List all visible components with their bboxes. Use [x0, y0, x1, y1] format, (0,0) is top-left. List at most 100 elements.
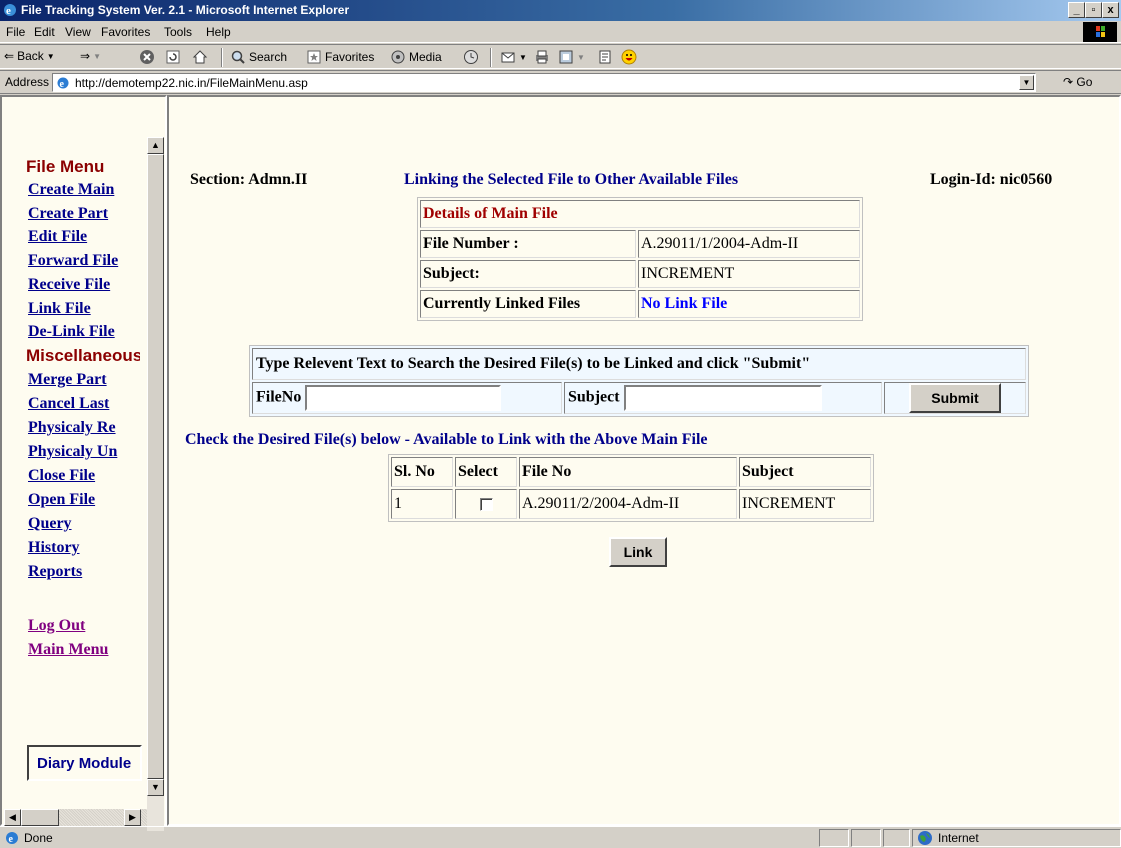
go-button[interactable]: ↷ Go: [1063, 75, 1092, 89]
address-input[interactable]: e http://demotemp22.nic.in/FileMainMenu.…: [52, 73, 1036, 92]
col-select: Select: [455, 457, 517, 487]
close-button[interactable]: x: [1102, 2, 1119, 18]
discuss-button[interactable]: [597, 49, 613, 65]
address-url: http://demotemp22.nic.in/FileMainMenu.as…: [75, 76, 308, 90]
dropdown-arrow-icon: ▼: [93, 51, 101, 61]
nav-close-file[interactable]: Close File: [28, 467, 142, 485]
dropdown-arrow-icon: ▼: [577, 52, 585, 62]
status-bar: e Done Internet: [0, 826, 1121, 848]
history-icon: [464, 50, 478, 64]
nav-merge-part[interactable]: Merge Part: [28, 371, 142, 389]
status-panel: [819, 829, 849, 847]
address-dropdown[interactable]: ▼: [1019, 75, 1034, 90]
main-file-details-table: Details of Main File File Number : A.290…: [417, 197, 863, 321]
window-title: File Tracking System Ver. 2.1 - Microsof…: [21, 3, 350, 17]
left-horizontal-scrollbar[interactable]: ◀ ▶: [4, 809, 147, 826]
media-button[interactable]: Media: [390, 49, 442, 65]
menu-help[interactable]: Help: [206, 25, 231, 39]
nav-create-main[interactable]: Create Main: [28, 181, 142, 199]
file-number-value: A.29011/1/2004-Adm-II: [638, 230, 860, 258]
scroll-left-icon[interactable]: ◀: [4, 809, 21, 826]
fileno-label: FileNo: [256, 388, 302, 406]
scroll-up-icon[interactable]: ▲: [147, 137, 164, 154]
mail-button[interactable]: ▼: [500, 49, 527, 65]
nav-forward-file[interactable]: Forward File: [28, 252, 142, 270]
menu-bar: File Edit View Favorites Tools Help: [0, 21, 1121, 43]
nav-reports[interactable]: Reports: [28, 563, 142, 581]
status-panel: [851, 829, 881, 847]
horizontal-scroll-thumb[interactable]: [21, 809, 59, 826]
minimize-button[interactable]: _: [1068, 2, 1085, 18]
select-checkbox[interactable]: [479, 497, 493, 511]
windows-logo: [1083, 22, 1117, 42]
globe-icon: [918, 831, 932, 845]
left-vertical-scrollbar[interactable]: ▲ ▼: [147, 137, 164, 831]
nav-delink-file[interactable]: De-Link File: [28, 323, 142, 341]
nav-create-part[interactable]: Create Part: [28, 205, 142, 223]
nav-query[interactable]: Query: [28, 515, 142, 533]
svg-text:e: e: [6, 5, 11, 17]
edit-icon: [559, 50, 573, 64]
refresh-button[interactable]: [165, 49, 181, 65]
scroll-right-icon[interactable]: ▶: [124, 809, 141, 826]
nav-log-out[interactable]: Log Out: [28, 617, 142, 635]
menu-file[interactable]: File: [6, 25, 25, 39]
home-button[interactable]: [192, 49, 208, 65]
menu-favorites[interactable]: Favorites: [101, 25, 150, 39]
row-subject: INCREMENT: [739, 489, 871, 519]
nav-link-file[interactable]: Link File: [28, 300, 142, 318]
col-sl-no: Sl. No: [391, 457, 453, 487]
scroll-down-icon[interactable]: ▼: [147, 779, 164, 796]
status-text: Done: [24, 831, 53, 845]
nav-physicaly-un[interactable]: Physicaly Un: [28, 443, 142, 461]
favorites-button[interactable]: Favorites: [306, 49, 374, 65]
address-label: Address: [5, 75, 50, 89]
row-sl-no: 1: [391, 489, 453, 519]
history-button[interactable]: [463, 49, 479, 65]
print-button[interactable]: [534, 49, 550, 65]
nav-main-menu[interactable]: Main Menu: [28, 641, 142, 659]
nav-physicaly-re[interactable]: Physicaly Re: [28, 419, 142, 437]
nav-open-file[interactable]: Open File: [28, 491, 142, 509]
edit-button[interactable]: ▼: [558, 49, 585, 65]
media-icon: [391, 50, 405, 64]
security-zone: Internet: [912, 829, 1121, 847]
table-row: 1 A.29011/2/2004-Adm-II INCREMENT: [391, 489, 871, 519]
link-button[interactable]: Link: [609, 537, 667, 567]
print-icon: [536, 50, 548, 64]
main-file-title: Details of Main File: [420, 200, 860, 228]
title-bar: e File Tracking System Ver. 2.1 - Micros…: [0, 0, 1121, 21]
available-files-table: Sl. No Select File No Subject 1 A.29011/…: [388, 454, 874, 522]
menu-tools[interactable]: Tools: [164, 25, 192, 39]
back-button[interactable]: ⇐ Back ▼: [4, 49, 55, 63]
search-label: Search: [249, 50, 288, 64]
messenger-button[interactable]: [621, 49, 637, 65]
file-number-label: File Number :: [420, 230, 636, 258]
discuss-icon: [599, 50, 611, 64]
stop-button[interactable]: [139, 49, 155, 65]
subject-input[interactable]: [623, 385, 822, 411]
diary-module-button[interactable]: Diary Module: [27, 745, 142, 781]
status-panel: [883, 829, 910, 847]
fileno-input[interactable]: [305, 385, 502, 411]
nav-history[interactable]: History: [28, 539, 142, 557]
menu-view[interactable]: View: [65, 25, 91, 39]
menu-edit[interactable]: Edit: [34, 25, 55, 39]
dropdown-arrow-icon: ▼: [46, 51, 55, 61]
nav-cancel-last[interactable]: Cancel Last: [28, 395, 142, 413]
media-label: Media: [409, 50, 442, 64]
submit-button[interactable]: Submit: [909, 383, 1001, 413]
go-label: Go: [1076, 75, 1093, 89]
stop-icon: [140, 50, 154, 64]
login-id: Login-Id: nic0560: [930, 171, 1053, 188]
favorites-icon: [307, 50, 321, 64]
toolbar: ⇐ Back ▼ ⇒ ▼ Search Favorites Media ▼ ▼: [0, 44, 1121, 69]
restore-button[interactable]: ▫: [1085, 2, 1102, 18]
row-file-no: A.29011/2/2004-Adm-II: [519, 489, 737, 519]
scroll-thumb[interactable]: [147, 154, 164, 779]
nav-edit-file[interactable]: Edit File: [28, 228, 142, 246]
nav-receive-file[interactable]: Receive File: [28, 276, 142, 294]
search-button[interactable]: Search: [230, 49, 287, 65]
col-subject: Subject: [739, 457, 871, 487]
forward-button[interactable]: ⇒ ▼: [80, 49, 101, 63]
